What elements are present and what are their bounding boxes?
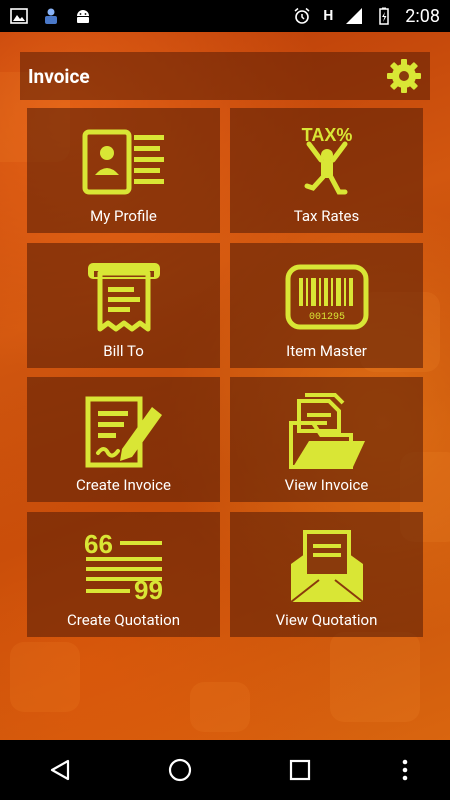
more-button[interactable]	[390, 745, 420, 795]
tile-view-quotation[interactable]: View Quotation	[230, 512, 423, 637]
bg-decoration	[330, 632, 420, 722]
android-icon	[77, 10, 89, 23]
tax-person-icon: TAX%	[301, 125, 352, 195]
battery-icon	[379, 7, 390, 25]
quote-open: 66	[84, 531, 113, 559]
tile-label: Bill To	[103, 342, 144, 360]
bg-decoration	[10, 642, 80, 712]
tile-label: My Profile	[90, 207, 157, 225]
tile-create-quotation[interactable]: 66 99 Create Quotation	[27, 512, 220, 637]
back-icon	[50, 759, 70, 781]
more-icon	[402, 759, 408, 781]
alarm-icon	[294, 7, 310, 24]
app-bar: Invoice	[20, 52, 430, 100]
back-button[interactable]	[30, 745, 90, 795]
home-icon	[168, 758, 192, 782]
barcode-number: 001295	[308, 312, 344, 323]
recents-button[interactable]	[270, 745, 330, 795]
envelope-letter-icon	[289, 530, 364, 603]
profile-card-icon	[82, 129, 164, 195]
app-title: Invoice	[28, 64, 90, 88]
network-type: H	[323, 8, 334, 24]
tile-label: Tax Rates	[293, 207, 360, 225]
tile-my-profile[interactable]: My Profile	[27, 108, 220, 233]
status-bar: H 2:08	[0, 0, 450, 32]
barcode-icon: 001295	[285, 264, 368, 330]
navigation-bar	[0, 740, 450, 800]
settings-button[interactable]	[384, 56, 424, 96]
image-icon	[10, 8, 28, 24]
tile-label: View Quotation	[275, 611, 378, 629]
home-button[interactable]	[150, 745, 210, 795]
folder-documents-icon	[288, 393, 365, 469]
tile-label: Create Invoice	[76, 476, 171, 494]
tile-label: View Invoice	[284, 476, 369, 494]
tile-bill-to[interactable]: Bill To	[27, 243, 220, 368]
signal-icon	[346, 8, 363, 24]
receipt-icon	[87, 263, 160, 332]
quote-close: 99	[134, 575, 163, 601]
tile-item-master[interactable]: 001295 Item Master	[230, 243, 423, 368]
gear-icon	[387, 59, 421, 93]
tile-view-invoice[interactable]: View Invoice	[230, 377, 423, 502]
person-icon	[45, 8, 57, 24]
tile-label: Create Quotation	[66, 611, 180, 629]
tile-create-invoice[interactable]: Create Invoice	[27, 377, 220, 502]
tile-label: Item Master	[286, 342, 367, 360]
bg-decoration	[190, 682, 250, 732]
tile-tax-rates[interactable]: TAX% Tax Rates	[230, 108, 423, 233]
app-background: Invoice My Profile TAX% Tax Rates Bill T…	[0, 32, 450, 740]
document-pen-icon	[85, 396, 162, 468]
quote-text-icon: 66 99	[84, 531, 163, 601]
status-time: 2:08	[405, 5, 440, 27]
recents-icon	[289, 759, 311, 781]
